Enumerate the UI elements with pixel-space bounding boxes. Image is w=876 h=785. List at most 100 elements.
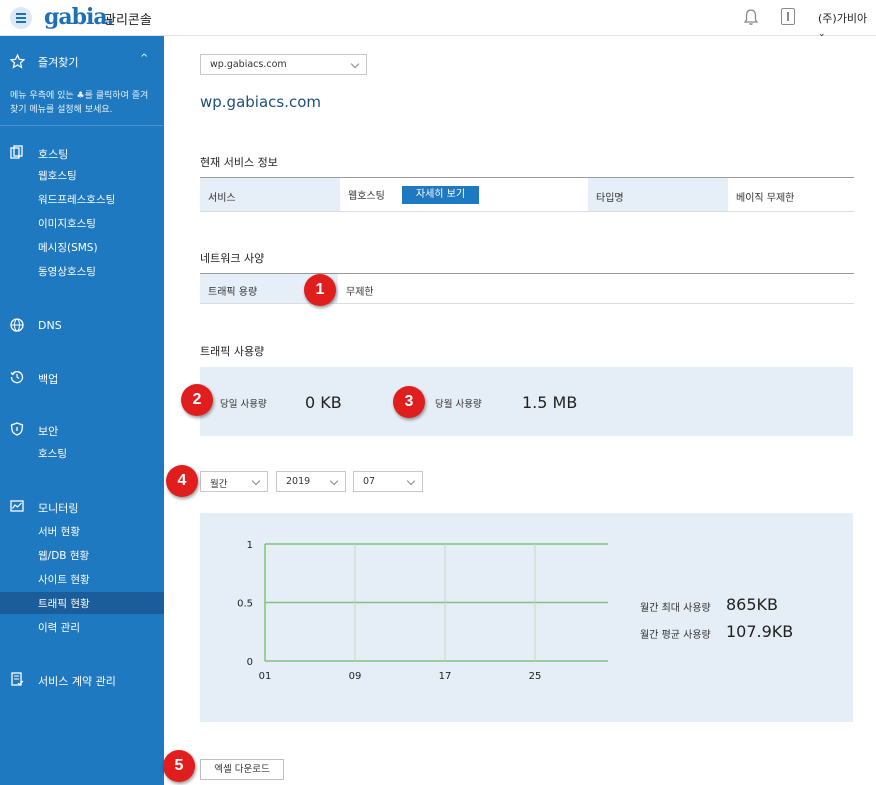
sidebar-item-label: 서버 현황 [38, 526, 80, 538]
annotation-marker-1: 1 [304, 274, 336, 306]
sidebar-section-contract[interactable]: 서비스 계약 관리 [0, 670, 164, 690]
sidebar-divider [0, 125, 164, 126]
sidebar-item-web-db-status[interactable]: 웹/DB 현황 [0, 544, 164, 566]
period-select[interactable]: 월간 [200, 471, 268, 492]
traffic-chart-panel: 1 0.5 0 01 09 17 25 월간 최대 사용량 865KB 월간 평균 사용량 … [200, 513, 853, 722]
document-icon[interactable] [781, 8, 795, 25]
x-tick-label: 25 [529, 671, 542, 682]
type-value-cell: 베이직 무제한 [728, 178, 854, 211]
annotation-marker-3: 3 [393, 386, 425, 418]
sidebar-item-image-hosting[interactable]: 이미지호스팅 [0, 212, 164, 234]
monthly-max-value: 865KB [726, 595, 779, 614]
sidebar-item-security-hosting[interactable]: 호스팅 [0, 442, 164, 464]
period-select-value: 월간 [210, 479, 228, 490]
month-usage-label: 당월 사용량 [435, 399, 482, 410]
main-content: wp.gabiacs.com wp.gabiacs.com 현재 서비스 정보 … [164, 36, 876, 785]
service-info-table: 서비스 웹호스팅 자세히 보기 타입명 베이직 무제한 [200, 177, 854, 212]
traffic-capacity-value: 무제한 [346, 287, 374, 298]
chevron-down-icon [350, 59, 360, 69]
monitor-chart-icon [10, 500, 24, 512]
sidebar-item-history[interactable]: 이력 관리 [0, 616, 164, 638]
domain-title: wp.gabiacs.com [200, 93, 322, 111]
y-tick-label: 0.5 [237, 599, 253, 610]
x-tick-label: 01 [259, 671, 272, 682]
sidebar-section-label: DNS [38, 319, 62, 332]
sidebar-item-video-hosting[interactable]: 동영상호스팅 [0, 260, 164, 282]
annotation-marker-4: 4 [166, 465, 198, 497]
type-value: 베이직 무제한 [736, 193, 795, 204]
traffic-capacity-value-cell: 무제한 [338, 274, 854, 303]
sidebar-item-label: 이미지호스팅 [38, 218, 96, 230]
user-menu[interactable]: (주)가비아 ⌄ [818, 10, 876, 39]
sidebar-item-label: 워드프레스호스팅 [38, 194, 116, 206]
sidebar-item-label: 웹호스팅 [38, 170, 77, 182]
contract-icon [11, 672, 24, 686]
chevron-up-icon[interactable]: ^ [140, 53, 148, 64]
month-select[interactable]: 07 [353, 471, 423, 492]
sidebar-item-sms[interactable]: 메시징(SMS) [0, 236, 164, 258]
monthly-avg-label: 월간 평균 사용량 [640, 630, 711, 641]
service-label-cell: 서비스 [200, 178, 340, 211]
chevron-down-icon [251, 476, 261, 486]
user-name: (주)가비아 [818, 12, 868, 25]
service-value-cell: 웹호스팅 자세히 보기 [340, 178, 588, 211]
traffic-capacity-label: 트래픽 용량 [208, 287, 258, 298]
year-select[interactable]: 2019 [276, 471, 346, 492]
history-icon [10, 371, 24, 384]
sidebar-section-dns[interactable]: DNS [0, 316, 164, 336]
sidebar-item-wordpress-hosting[interactable]: 워드프레스호스팅 [0, 188, 164, 210]
service-label: 서비스 [208, 193, 236, 204]
traffic-chart: 1 0.5 0 01 09 17 25 [237, 540, 608, 682]
sidebar-item-label: 트래픽 현황 [38, 598, 90, 610]
sidebar-section-security[interactable]: 보안 [0, 420, 164, 440]
top-bar: gabia. 관리콘솔 (주)가비아 ⌄ [0, 0, 876, 39]
sidebar-section-hosting[interactable]: 호스팅 [0, 143, 164, 163]
sidebar-section-backup[interactable]: 백업 [0, 368, 164, 388]
annotation-marker-5: 5 [163, 750, 195, 782]
monthly-max-label: 월간 최대 사용량 [640, 603, 711, 614]
sidebar: 즐겨찾기 ^ 메뉴 우측에 있는 ♣를 클릭하여 즐겨찾기 메뉴를 설정해 보세… [0, 36, 164, 785]
domain-select-value: wp.gabiacs.com [210, 59, 287, 70]
today-usage-label: 당일 사용량 [220, 399, 267, 410]
sidebar-section-monitoring[interactable]: 모니터링 [0, 497, 164, 517]
menu-icon[interactable] [10, 7, 32, 29]
favorites-description: 메뉴 우측에 있는 ♣를 클릭하여 즐겨찾기 메뉴를 설정해 보세요. [10, 91, 149, 115]
sidebar-item-label: 사이트 현황 [38, 574, 90, 586]
sidebar-favorites[interactable]: 즐겨찾기 ^ [0, 49, 164, 75]
annotation-marker-2: 2 [181, 384, 213, 416]
sidebar-item-web-hosting[interactable]: 웹호스팅 [0, 164, 164, 186]
sidebar-item-traffic-status[interactable]: 트래픽 현황 [0, 592, 164, 614]
hosting-icon [10, 145, 23, 159]
sidebar-item-site-status[interactable]: 사이트 현황 [0, 568, 164, 590]
sidebar-item-label: 이력 관리 [38, 622, 80, 634]
sidebar-item-label: 메시징(SMS) [38, 242, 98, 254]
traffic-usage-panel: 당일 사용량 0 KB 당월 사용량 1.5 MB [200, 367, 853, 436]
chevron-down-icon [406, 476, 416, 486]
y-tick-label: 1 [247, 540, 253, 551]
y-tick-label: 0 [247, 657, 253, 668]
month-usage-value: 1.5 MB [522, 393, 578, 412]
sidebar-item-label: 호스팅 [38, 448, 67, 460]
service-value: 웹호스팅 [348, 191, 385, 202]
type-label-cell: 타입명 [588, 178, 728, 211]
network-spec-title: 네트워크 사양 [200, 252, 265, 265]
excel-download-button[interactable]: 엑셀 다운로드 [200, 759, 284, 780]
today-usage-value: 0 KB [305, 393, 342, 412]
service-info-title: 현재 서비스 정보 [200, 156, 278, 169]
detail-view-button[interactable]: 자세히 보기 [402, 186, 479, 204]
gabia-logo[interactable]: gabia. [44, 4, 114, 30]
chevron-down-icon [329, 476, 339, 486]
sidebar-item-server-status[interactable]: 서버 현황 [0, 520, 164, 542]
x-tick-label: 17 [439, 671, 452, 682]
domain-select[interactable]: wp.gabiacs.com [200, 54, 367, 75]
sidebar-item-label: 웹/DB 현황 [38, 550, 90, 562]
type-label: 타입명 [596, 193, 624, 204]
favorites-label: 즐겨찾기 [38, 56, 79, 69]
bell-icon[interactable] [743, 8, 759, 26]
network-spec-table: 트래픽 용량 무제한 [200, 273, 854, 304]
sidebar-section-label: 호스팅 [38, 148, 69, 161]
x-tick-label: 09 [349, 671, 362, 682]
monthly-avg-value: 107.9KB [726, 622, 794, 641]
month-select-value: 07 [363, 476, 376, 487]
sidebar-section-label: 모니터링 [38, 502, 79, 515]
